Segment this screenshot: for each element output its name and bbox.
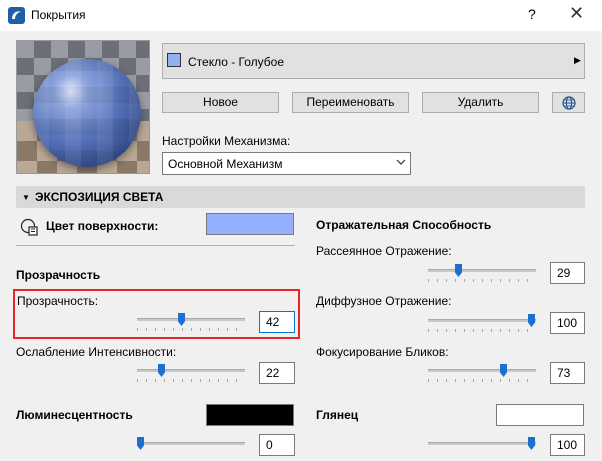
- section-title: ЭКСПОЗИЦИЯ СВЕТА: [35, 190, 164, 204]
- preview-sphere: [33, 59, 141, 167]
- submenu-arrow-icon: ▶: [574, 55, 581, 65]
- window-title: Покрытия: [31, 8, 86, 22]
- engine-select-value: Основной Механизм: [168, 157, 283, 171]
- specular-input[interactable]: 73: [550, 362, 585, 384]
- gloss-input[interactable]: 100: [550, 434, 585, 456]
- surface-swatch: [167, 53, 181, 67]
- diffuse-label: Диффузное Отражение:: [316, 294, 452, 308]
- slider-ticks: [428, 379, 536, 382]
- specular-slider[interactable]: [428, 369, 536, 372]
- surface-color-swatch[interactable]: [206, 213, 294, 235]
- attenuation-input[interactable]: 22: [259, 362, 295, 384]
- slider-ticks: [428, 279, 536, 282]
- gloss-color-swatch[interactable]: [496, 404, 584, 426]
- globe-button[interactable]: [552, 92, 585, 113]
- engine-settings-label: Настройки Механизма:: [162, 134, 291, 148]
- luminance-input[interactable]: 0: [259, 434, 295, 456]
- attenuation-label: Ослабление Интенсивности:: [16, 345, 177, 359]
- divider: [16, 245, 295, 246]
- attenuation-slider[interactable]: [137, 369, 245, 372]
- transparency-input[interactable]: 42: [259, 311, 295, 333]
- new-button[interactable]: Новое: [162, 92, 279, 113]
- diffuse-reflection-slider[interactable]: [428, 269, 536, 272]
- diffuse-reflection-label: Рассеянное Отражение:: [316, 244, 452, 258]
- diffuse-reflection-input[interactable]: 29: [550, 262, 585, 284]
- surface-color-icon: [20, 217, 40, 240]
- diffuse-input[interactable]: 100: [550, 312, 585, 334]
- surface-name: Стекло - Голубое: [188, 55, 285, 69]
- slider-ticks: [428, 329, 536, 332]
- close-button[interactable]: ✕: [569, 3, 584, 24]
- chevron-down-icon: [396, 156, 406, 170]
- luminance-slider[interactable]: [137, 442, 245, 445]
- reflectance-heading: Отражательная Способность: [316, 218, 492, 232]
- material-preview: [16, 40, 150, 174]
- slider-ticks: [137, 379, 245, 382]
- gloss-label: Глянец: [316, 408, 359, 422]
- transparency-heading: Прозрачность: [16, 268, 101, 282]
- luminance-label: Люминесцентность: [16, 408, 133, 422]
- luminance-color-swatch[interactable]: [206, 404, 294, 426]
- delete-button[interactable]: Удалить: [422, 92, 539, 113]
- slider-ticks: [137, 328, 245, 331]
- app-logo-icon: [8, 7, 25, 24]
- gloss-slider[interactable]: [428, 442, 536, 445]
- help-button[interactable]: ?: [528, 6, 536, 22]
- surface-color-label: Цвет поверхности:: [46, 219, 159, 233]
- title-bar: [0, 0, 602, 31]
- specular-label: Фокусирование Бликов:: [316, 345, 449, 359]
- diffuse-slider[interactable]: [428, 319, 536, 322]
- collapse-triangle-icon: ▼: [22, 193, 30, 202]
- globe-icon: [561, 96, 576, 110]
- rename-button[interactable]: Переименовать: [292, 92, 409, 113]
- transparency-label: Прозрачность:: [17, 294, 99, 308]
- transparency-slider[interactable]: [137, 318, 245, 321]
